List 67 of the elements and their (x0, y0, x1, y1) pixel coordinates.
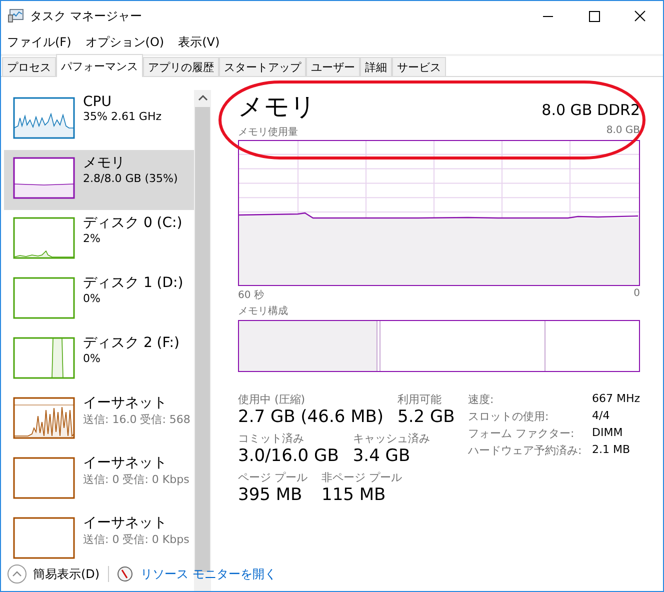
composition-label: メモリ構成 (238, 304, 288, 318)
device-usage: 送信: 16.0 受信: 568 (83, 412, 190, 427)
property-label: スロットの使用: (468, 409, 550, 424)
window-title: タスク マネージャー (30, 8, 142, 24)
device-usage: 0% (83, 292, 102, 305)
chevron-up-icon (7, 564, 27, 584)
device-usage: 35% 2.61 GHz (83, 110, 162, 123)
stat-value: 115 MB (322, 485, 387, 505)
property-value: 2.1 MB (592, 443, 632, 458)
menu-item[interactable]: 表示(V) (178, 34, 220, 50)
property-value: DIMM (592, 426, 624, 441)
property-value: 667 MHz (592, 392, 640, 407)
property-label: フォーム ファクター: (468, 426, 576, 441)
stat-label: 非ページ プール (322, 470, 402, 485)
sidebar-item[interactable]: メモリ 2.8/8.0 GB (35%) (4, 150, 194, 210)
device-name: イーサネット (83, 454, 168, 472)
chart-label: メモリ使用量 (238, 126, 298, 139)
tab[interactable]: プロセス (2, 57, 56, 76)
menu-item[interactable]: ファイル(F) (7, 34, 72, 50)
panel-title: メモリ (238, 91, 316, 123)
sidebar-item[interactable]: CPU 35% 2.61 GHz (4, 90, 194, 150)
stat-value: 2.7 GB (46.6 MB) (238, 407, 384, 427)
property-value: 4/4 (592, 409, 611, 424)
scrollbar-thumb[interactable] (195, 107, 210, 572)
device-usage: 送信: 0 受信: 0 Kbps (83, 472, 190, 487)
fewer-details-button[interactable]: 簡易表示(D) (7, 564, 100, 584)
stat-value: 3.0/16.0 GB (238, 446, 339, 466)
stat-label: ページ プール (238, 470, 308, 485)
gauge-icon (116, 566, 133, 582)
device-name: ディスク 1 (D:) (83, 274, 184, 292)
tab[interactable]: サービス (392, 57, 446, 76)
stat-label: 使用中 (圧縮) (238, 392, 306, 407)
stat-value: 395 MB (238, 485, 304, 505)
device-usage: 0% (83, 352, 102, 365)
stat-value: 5.2 GB (398, 407, 455, 427)
sidebar-item[interactable]: イーサネット 送信: 16.0 受信: 568 (4, 390, 194, 450)
property-label: ハードウェア予約済み: (468, 443, 583, 458)
device-name: CPU (83, 94, 112, 110)
time-axis-start: 60 秒 (238, 288, 264, 302)
app-monitor-icon (8, 9, 24, 23)
property-label: 速度: (468, 392, 495, 407)
sidebar-item[interactable]: ディスク 0 (C:) 2% (4, 210, 194, 270)
device-usage: 2.8/8.0 GB (35%) (83, 172, 178, 185)
menu-item[interactable]: オプション(O) (85, 34, 164, 50)
stat-label: コミット済み (238, 431, 305, 446)
device-name: メモリ (83, 154, 126, 172)
tab[interactable]: アプリの履歴 (143, 57, 219, 76)
memory-spec: 8.0 GB DDR2 (542, 101, 640, 119)
tab[interactable]: スタートアップ (219, 57, 306, 76)
tab[interactable]: ユーザー (306, 57, 360, 76)
tab[interactable]: 詳細 (360, 57, 392, 76)
tab[interactable]: パフォーマンス (56, 54, 143, 77)
device-name: ディスク 0 (C:) (83, 214, 182, 232)
device-name: イーサネット (83, 514, 168, 532)
device-name: イーサネット (83, 394, 168, 412)
resource-monitor-link[interactable]: リソース モニターを開く (140, 566, 276, 582)
device-usage: 送信: 0 受信: 0 Kbps (83, 532, 190, 547)
device-usage: 2% (83, 232, 102, 245)
chart-max-label: 8.0 GB (606, 125, 640, 138)
stat-label: キャッシュ済み (352, 431, 430, 446)
stat-value: 3.4 GB (352, 446, 412, 466)
device-name: ディスク 2 (F:) (83, 334, 180, 352)
sidebar-item[interactable]: ディスク 1 (D:) 0% (4, 270, 194, 330)
sidebar-item[interactable]: イーサネット 送信: 0 受信: 0 Kbps (4, 450, 194, 510)
stat-label: 利用可能 (398, 392, 443, 407)
time-axis-end: 0 (634, 288, 640, 301)
sidebar-item[interactable]: ディスク 2 (F:) 0% (4, 330, 194, 390)
